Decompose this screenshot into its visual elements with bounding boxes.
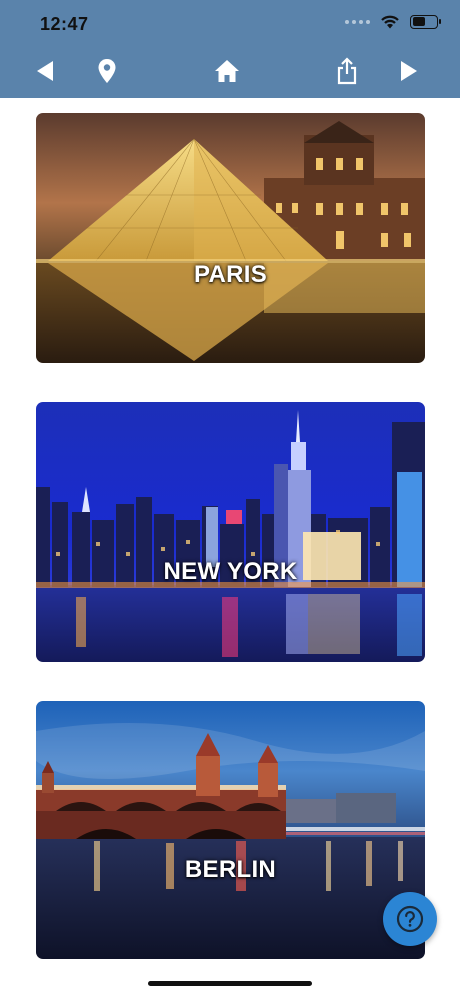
city-card-new-york[interactable]: NEW YORK bbox=[36, 402, 425, 662]
city-label-new-york: NEW YORK bbox=[163, 558, 298, 585]
wifi-icon bbox=[381, 15, 399, 29]
back-arrow-icon bbox=[37, 61, 53, 81]
city-card-paris[interactable]: PARIS bbox=[36, 113, 425, 363]
city-label-berlin: BERLIN bbox=[184, 856, 277, 883]
battery-icon bbox=[410, 14, 441, 29]
home-icon bbox=[215, 60, 239, 82]
city-card-berlin[interactable]: BERLIN bbox=[36, 701, 425, 959]
new-york-photo bbox=[36, 402, 425, 662]
forward-arrow-icon bbox=[401, 61, 417, 81]
location-button[interactable] bbox=[90, 54, 124, 88]
share-icon bbox=[337, 57, 357, 85]
forward-button[interactable] bbox=[392, 54, 426, 88]
status-indicators bbox=[345, 14, 441, 29]
share-button[interactable] bbox=[330, 54, 364, 88]
question-mark-icon bbox=[396, 905, 424, 933]
home-button[interactable] bbox=[210, 54, 244, 88]
city-label-paris: PARIS bbox=[193, 261, 268, 288]
app-screen: 12:47 PARIS NEW YORK BERLIN bbox=[0, 0, 460, 996]
status-time: 12:47 bbox=[40, 14, 89, 34]
location-pin-icon bbox=[98, 59, 116, 83]
paris-photo bbox=[36, 113, 425, 363]
home-indicator bbox=[148, 981, 312, 986]
berlin-photo bbox=[36, 701, 425, 959]
back-button[interactable] bbox=[28, 54, 62, 88]
signal-dots-icon bbox=[345, 19, 370, 24]
top-bar: 12:47 bbox=[0, 0, 460, 98]
help-button[interactable] bbox=[383, 892, 437, 946]
